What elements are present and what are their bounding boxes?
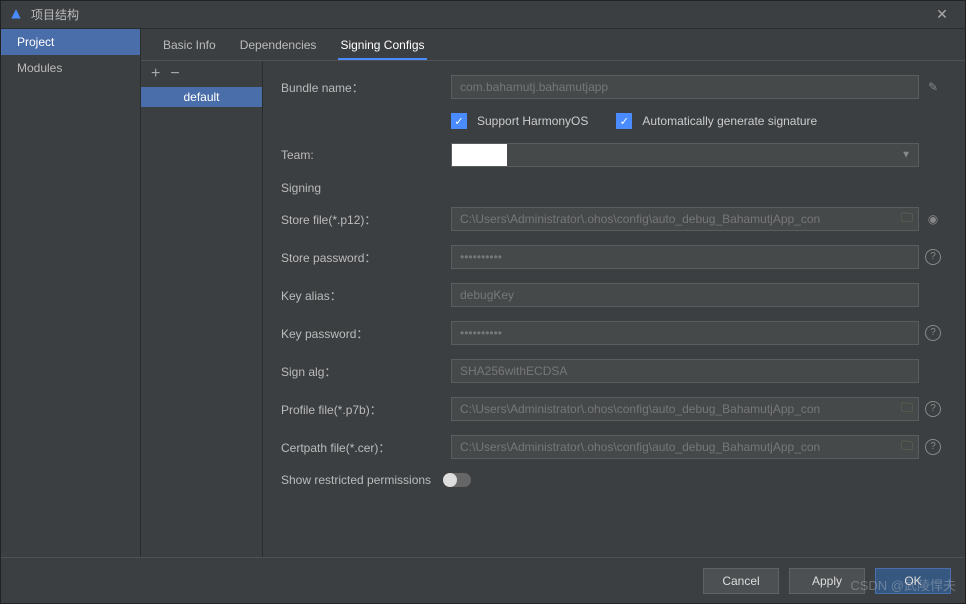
toggle-knob bbox=[443, 473, 457, 487]
bundle-name-input[interactable] bbox=[451, 75, 919, 99]
tabs: Basic Info Dependencies Signing Configs bbox=[141, 29, 965, 61]
key-password-input[interactable] bbox=[451, 321, 919, 345]
support-harmonyos-label: Support HarmonyOS bbox=[477, 114, 588, 128]
dialog-footer: Cancel Apply OK bbox=[1, 557, 965, 603]
config-list: + − default bbox=[141, 61, 263, 557]
cancel-button[interactable]: Cancel bbox=[703, 568, 779, 594]
certpath-file-input[interactable] bbox=[451, 435, 919, 459]
app-logo-icon bbox=[9, 8, 23, 22]
key-alias-label: Key alias： bbox=[281, 287, 451, 304]
bundle-name-label: Bundle name： bbox=[281, 79, 451, 96]
profile-file-input[interactable] bbox=[451, 397, 919, 421]
edit-icon[interactable]: ✎ bbox=[928, 80, 938, 94]
sidebar-item-modules[interactable]: Modules bbox=[1, 55, 140, 81]
help-icon[interactable]: ? bbox=[925, 401, 941, 417]
folder-icon[interactable]: 🗀 bbox=[901, 437, 913, 458]
apply-button[interactable]: Apply bbox=[789, 568, 865, 594]
fingerprint-icon[interactable]: ◉ bbox=[928, 212, 938, 226]
sign-alg-input[interactable] bbox=[451, 359, 919, 383]
folder-icon[interactable]: 🗀 bbox=[901, 399, 913, 420]
help-icon[interactable]: ? bbox=[925, 325, 941, 341]
titlebar: 项目结构 ✕ bbox=[1, 1, 965, 29]
team-label: Team: bbox=[281, 148, 451, 162]
tab-dependencies[interactable]: Dependencies bbox=[238, 32, 319, 60]
store-file-input[interactable] bbox=[451, 207, 919, 231]
close-icon[interactable]: ✕ bbox=[927, 6, 957, 23]
certpath-file-label: Certpath file(*.cer)： bbox=[281, 439, 451, 456]
sidebar: Project Modules bbox=[1, 29, 141, 557]
config-item-default[interactable]: default bbox=[141, 87, 262, 107]
restricted-perms-toggle[interactable] bbox=[443, 473, 471, 487]
sidebar-item-project[interactable]: Project bbox=[1, 29, 140, 55]
signing-section-header: Signing bbox=[281, 181, 947, 195]
profile-file-label: Profile file(*.p7b)： bbox=[281, 401, 451, 418]
auto-signature-checkbox[interactable]: ✓ bbox=[616, 113, 632, 129]
tab-signing-configs[interactable]: Signing Configs bbox=[338, 32, 426, 60]
help-icon[interactable]: ? bbox=[925, 439, 941, 455]
add-config-icon[interactable]: + bbox=[151, 65, 160, 83]
store-file-label: Store file(*.p12)： bbox=[281, 211, 451, 228]
remove-config-icon[interactable]: − bbox=[170, 65, 179, 83]
team-value-box bbox=[452, 144, 507, 166]
auto-signature-label: Automatically generate signature bbox=[642, 114, 817, 128]
chevron-down-icon[interactable]: ▼ bbox=[901, 150, 911, 161]
key-password-label: Key password： bbox=[281, 325, 451, 342]
signing-form: Bundle name： ✎ ✓ Support HarmonyOS ✓ Aut… bbox=[263, 61, 965, 557]
tab-basic-info[interactable]: Basic Info bbox=[161, 32, 218, 60]
team-select[interactable] bbox=[451, 143, 919, 167]
restricted-perms-label: Show restricted permissions bbox=[281, 473, 431, 487]
store-password-input[interactable] bbox=[451, 245, 919, 269]
store-password-label: Store password： bbox=[281, 249, 451, 266]
support-harmonyos-checkbox[interactable]: ✓ bbox=[451, 113, 467, 129]
window-title: 项目结构 bbox=[31, 6, 927, 23]
ok-button[interactable]: OK bbox=[875, 568, 951, 594]
sign-alg-label: Sign alg： bbox=[281, 363, 451, 380]
folder-icon[interactable]: 🗀 bbox=[901, 209, 913, 230]
help-icon[interactable]: ? bbox=[925, 249, 941, 265]
key-alias-input[interactable] bbox=[451, 283, 919, 307]
